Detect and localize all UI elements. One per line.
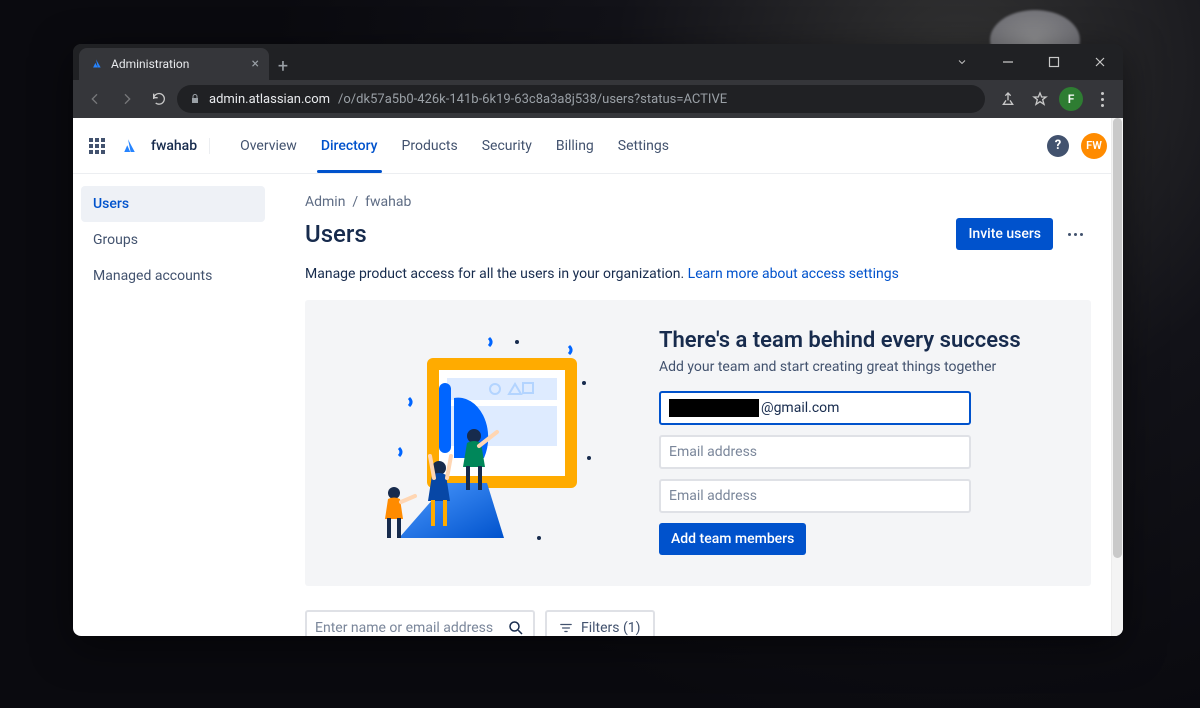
- share-icon[interactable]: [995, 86, 1021, 112]
- bookmark-star-icon[interactable]: [1027, 86, 1053, 112]
- email-field-1[interactable]: @gmail.com: [659, 391, 971, 425]
- page-description: Manage product access for all the users …: [305, 266, 1091, 282]
- app-page: fwahab Overview Directory Products Secur…: [73, 118, 1123, 636]
- filters-button[interactable]: Filters (1): [545, 610, 655, 636]
- tab-settings[interactable]: Settings: [606, 118, 681, 173]
- redacted-email-local: [669, 399, 759, 417]
- browser-titlebar: Administration × +: [73, 44, 1123, 80]
- email-input-3[interactable]: [669, 488, 961, 504]
- help-icon[interactable]: ?: [1047, 135, 1069, 157]
- nav-back-button[interactable]: [81, 85, 109, 113]
- new-tab-button[interactable]: +: [269, 52, 297, 80]
- email-field-3[interactable]: [659, 479, 971, 513]
- app-switcher-icon[interactable]: [89, 138, 105, 154]
- invite-panel: There's a team behind every success Add …: [305, 300, 1091, 586]
- breadcrumb: Admin / fwahab: [305, 194, 1091, 210]
- page-title: Users: [305, 220, 367, 248]
- tab-overview[interactable]: Overview: [228, 118, 309, 173]
- panel-subtext: Add your team and start creating great t…: [659, 359, 1021, 375]
- tab-close-icon[interactable]: ×: [252, 56, 259, 72]
- scrollbar-thumb[interactable]: [1113, 118, 1122, 558]
- nav-reload-button[interactable]: [145, 85, 173, 113]
- user-search-input[interactable]: [315, 620, 507, 636]
- vertical-scrollbar[interactable]: [1111, 118, 1123, 636]
- browser-menu-button[interactable]: [1089, 86, 1115, 112]
- filter-icon: [559, 621, 573, 635]
- email-field-2[interactable]: [659, 435, 971, 469]
- breadcrumb-leaf[interactable]: fwahab: [365, 194, 411, 210]
- window-close-button[interactable]: [1077, 44, 1123, 80]
- lock-icon: [189, 93, 201, 105]
- more-actions-button[interactable]: [1059, 218, 1091, 250]
- sidebar-item-managed-accounts[interactable]: Managed accounts: [81, 258, 265, 294]
- browser-tab-title: Administration: [111, 57, 244, 71]
- breadcrumb-root[interactable]: Admin: [305, 194, 345, 210]
- search-icon: [507, 619, 525, 636]
- atlassian-logo-icon[interactable]: [119, 137, 137, 155]
- url-bar[interactable]: admin.atlassian.com/o/dk57a5b0-426k-141b…: [177, 85, 985, 113]
- header-tabs: Overview Directory Products Security Bil…: [228, 118, 681, 173]
- url-path: /o/dk57a5b0-426k-141b-6k19-63c8a3a8j538/…: [338, 92, 727, 107]
- url-host: admin.atlassian.com: [209, 92, 330, 107]
- browser-profile-avatar[interactable]: F: [1059, 87, 1083, 111]
- app-header: fwahab Overview Directory Products Secur…: [73, 118, 1123, 174]
- sidebar-item-groups[interactable]: Groups: [81, 222, 265, 258]
- tab-security[interactable]: Security: [470, 118, 544, 173]
- user-search-box[interactable]: [305, 610, 535, 636]
- window-minimize-button[interactable]: [985, 44, 1031, 80]
- user-avatar[interactable]: FW: [1081, 133, 1107, 159]
- add-team-members-button[interactable]: Add team members: [659, 523, 806, 555]
- browser-window: Administration × + admin.atlassian.com/o…: [73, 44, 1123, 636]
- email-input-2[interactable]: [669, 444, 961, 460]
- filters-label: Filters (1): [581, 620, 641, 636]
- panel-heading: There's a team behind every success: [659, 328, 1021, 353]
- nav-forward-button[interactable]: [113, 85, 141, 113]
- tab-products[interactable]: Products: [390, 118, 470, 173]
- email-suffix: @gmail.com: [761, 400, 839, 416]
- team-illustration: [339, 328, 619, 558]
- tab-billing[interactable]: Billing: [544, 118, 606, 173]
- learn-more-link[interactable]: Learn more about access settings: [688, 266, 899, 282]
- window-maximize-button[interactable]: [1031, 44, 1077, 80]
- caret-down-icon[interactable]: [939, 44, 985, 80]
- tab-directory[interactable]: Directory: [309, 118, 390, 173]
- description-text: Manage product access for all the users …: [305, 266, 688, 282]
- sidebar-item-users[interactable]: Users: [81, 186, 265, 222]
- sidebar: Users Groups Managed accounts: [73, 174, 273, 636]
- org-name[interactable]: fwahab: [151, 138, 210, 154]
- main-content: Admin / fwahab Users Invite users Manage…: [273, 174, 1123, 636]
- browser-tab[interactable]: Administration ×: [79, 48, 269, 80]
- invite-users-button[interactable]: Invite users: [956, 218, 1053, 250]
- atlassian-favicon-icon: [89, 57, 103, 71]
- browser-address-bar: admin.atlassian.com/o/dk57a5b0-426k-141b…: [73, 80, 1123, 118]
